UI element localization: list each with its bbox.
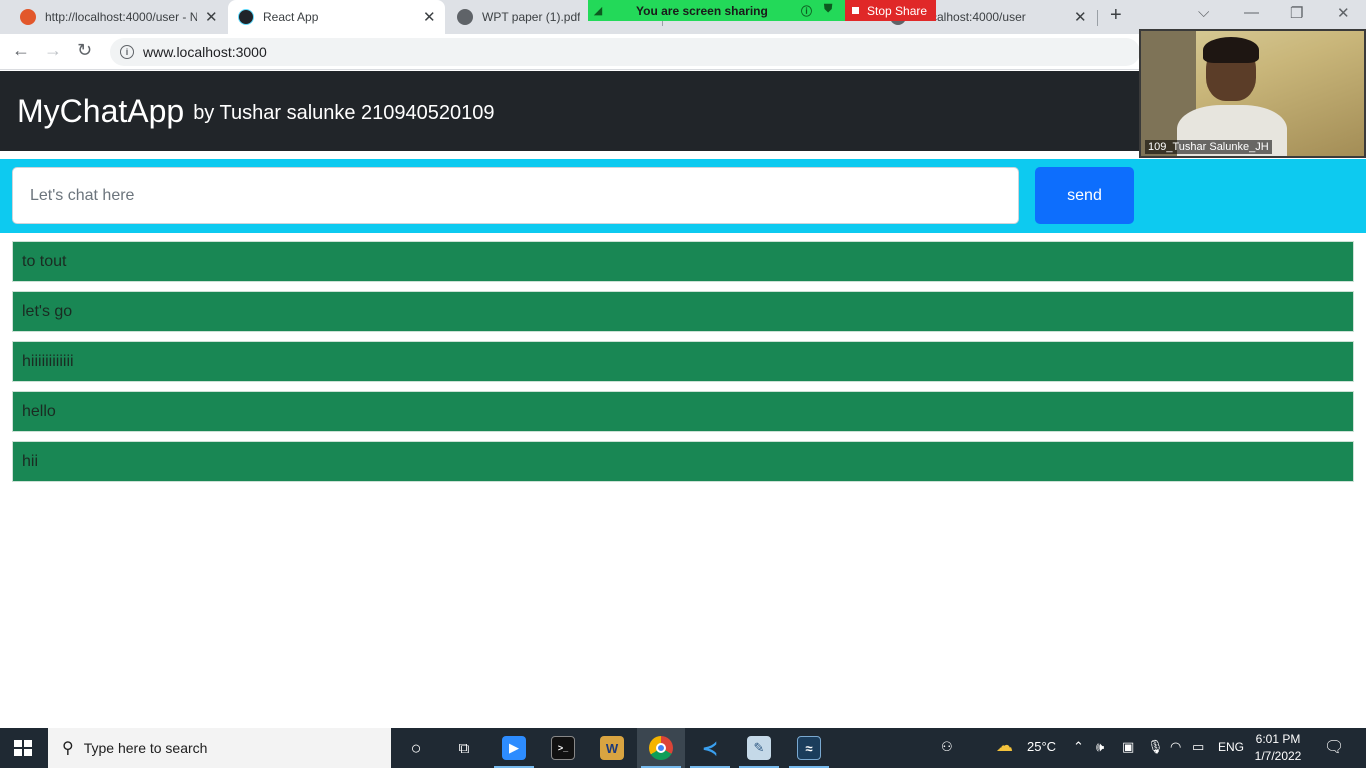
participant-video[interactable]: 109_Tushar Salunke_JH — [1139, 29, 1366, 158]
tab-title: WPT paper (1).pdf — [482, 10, 581, 24]
message-item: let's go — [12, 291, 1354, 332]
chat-message-input[interactable] — [12, 167, 1019, 224]
notepad-icon[interactable]: ✎ — [747, 736, 771, 760]
info-icon[interactable]: ⓘ — [801, 3, 812, 19]
tab-localhost-user[interactable]: http://localhost:4000/user - N ✕ — [8, 0, 226, 34]
message-list: to tout let's go hiiiiiiiiiiii hello hii — [12, 241, 1354, 491]
tab-title: React App — [263, 10, 319, 24]
microphone-icon[interactable]: 🎙 — [1147, 739, 1164, 755]
mysql-workbench-icon[interactable]: ≈ — [797, 736, 821, 760]
address-bar[interactable]: i www.localhost:3000 — [110, 38, 1140, 66]
people-icon[interactable]: ⚇ — [941, 739, 953, 755]
react-icon — [238, 9, 254, 25]
tab-react-app[interactable]: React App ✕ — [228, 0, 445, 34]
stop-icon — [852, 7, 859, 14]
back-arrow-icon[interactable]: ← — [12, 40, 30, 61]
windows-start-icon[interactable] — [14, 740, 32, 756]
vscode-icon[interactable]: ≺ — [698, 736, 722, 760]
terminal-icon[interactable]: >_ — [551, 736, 575, 760]
cortana-icon[interactable]: ○ — [404, 736, 428, 760]
chat-input-bar: send — [0, 159, 1366, 233]
reload-icon[interactable]: ↻ — [77, 40, 92, 61]
app-subtitle: by Tushar salunke 210940520109 — [193, 101, 495, 124]
search-icon: ⚲ — [62, 740, 74, 757]
url-text: www.localhost:3000 — [143, 44, 267, 60]
stop-share-label: Stop Share — [867, 3, 928, 18]
close-icon[interactable]: ✕ — [1074, 8, 1087, 26]
close-window-button[interactable]: ✕ — [1337, 4, 1350, 22]
windows-taskbar: ⚲ Type here to search ○ ⧉ ▶ >_ W ≺ ✎ ≈ ⚇… — [0, 728, 1366, 768]
participant-hair — [1203, 37, 1259, 63]
site-info-icon[interactable]: i — [120, 45, 134, 59]
stop-share-button[interactable]: Stop Share — [845, 0, 936, 21]
close-icon[interactable]: ✕ — [423, 8, 436, 26]
camera-icon[interactable]: ▣ — [1122, 739, 1134, 755]
restore-button[interactable]: ❐ — [1290, 4, 1303, 22]
tab-title: http://localhost:4000/user - N — [45, 10, 197, 24]
close-icon[interactable]: ✕ — [205, 8, 218, 26]
language-indicator[interactable]: ENG — [1218, 740, 1244, 754]
volume-icon[interactable]: 🕪 — [1096, 739, 1104, 755]
tab-wpt-paper[interactable]: WPT paper (1).pdf — [446, 0, 588, 34]
chrome-icon[interactable] — [649, 736, 673, 760]
message-item: hiiiiiiiiiiii — [12, 341, 1354, 382]
weather-icon[interactable]: ☁ — [996, 736, 1013, 756]
message-item: to tout — [12, 241, 1354, 282]
screen-sharing-banner: ◢ You are screen sharing ⓘ ⛊ — [588, 0, 845, 21]
word-icon[interactable]: W — [600, 736, 624, 760]
clock-date: 1/7/2022 — [1254, 749, 1302, 763]
send-button[interactable]: send — [1035, 167, 1134, 224]
weather-temp[interactable]: 25°C — [1027, 739, 1056, 754]
tab-favicon-icon — [20, 9, 36, 25]
task-view-icon[interactable]: ⧉ — [452, 736, 476, 760]
zoom-app-icon[interactable]: ▶ — [502, 736, 526, 760]
message-item: hii — [12, 441, 1354, 482]
wifi-icon[interactable]: ◠ — [1170, 739, 1181, 755]
taskbar-search-box[interactable]: ⚲ Type here to search — [48, 728, 391, 768]
tab-title: /.localhost:4000/user — [915, 10, 1026, 24]
zoom-drag-icon[interactable]: ◢ — [588, 0, 608, 21]
participant-name-label: 109_Tushar Salunke_JH — [1145, 140, 1272, 154]
sharing-status-text: You are screen sharing — [636, 3, 768, 18]
message-item: hello — [12, 391, 1354, 432]
globe-icon — [457, 9, 473, 25]
taskbar-search-placeholder: Type here to search — [83, 740, 208, 756]
notification-icon[interactable]: 🗨 — [1324, 737, 1344, 757]
tray-overflow-chevron-icon[interactable]: ⌃ — [1073, 739, 1084, 755]
minimize-button[interactable]: — — [1244, 4, 1259, 21]
battery-icon[interactable]: ▭ — [1192, 739, 1204, 755]
tab-search-chevron-icon[interactable]: ⌵ — [1198, 4, 1209, 21]
shield-icon: ⛊ — [824, 3, 833, 15]
forward-arrow-icon[interactable]: → — [44, 40, 62, 61]
clock-time: 6:01 PM — [1255, 732, 1301, 746]
tab-separator — [1097, 10, 1098, 26]
system-clock[interactable]: 6:01 PM 1/7/2022 — [1252, 731, 1304, 765]
new-tab-button[interactable]: + — [1110, 4, 1122, 27]
app-title: MyChatApp — [17, 92, 185, 129]
